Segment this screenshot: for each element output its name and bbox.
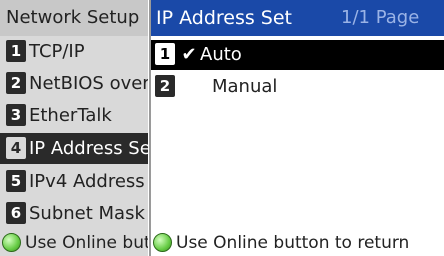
menu-item-label: Subnet Mask (29, 203, 145, 224)
dialog-header: IP Address Set 1/1 Page (151, 0, 444, 36)
background-menu-title: Network Setup (0, 0, 148, 36)
background-menu: Network Setup 1TCP/IP 2NetBIOS over TCP … (0, 0, 148, 256)
online-hint-text: Use Online button to return (176, 233, 410, 253)
menu-item-label: IP Address Set (29, 138, 148, 159)
option-number: 2 (155, 75, 175, 97)
green-circle-icon (153, 232, 172, 252)
ip-address-set-dialog: IP Address Set 1/1 Page 1 ✔ Auto 2 Manual U… (149, 0, 444, 256)
background-online-hint: Use Online button to return (0, 230, 148, 256)
menu-item-ipv4-address[interactable]: 5 IPv4 Address (0, 166, 148, 197)
item-number: 4 (6, 137, 26, 159)
item-number: 5 (6, 170, 26, 192)
menu-item-label: IPv4 Address (29, 171, 145, 192)
option-label: Auto (200, 44, 242, 65)
checkmark-icon: ✔ (181, 44, 197, 65)
menu-item-label: EtherTalk (29, 105, 112, 126)
menu-item-label: TCP/IP (29, 41, 85, 62)
menu-item-subnet-mask[interactable]: 6 Subnet Mask (0, 198, 148, 229)
option-label: Manual (212, 76, 278, 97)
item-number: 1 (6, 40, 26, 62)
option-auto[interactable]: 1 ✔ Auto (151, 40, 444, 70)
menu-item-ip-address-set[interactable]: 4 IP Address Set (0, 133, 148, 164)
item-number: 6 (6, 202, 26, 224)
option-manual[interactable]: 2 Manual (151, 72, 444, 102)
menu-item-tcpip[interactable]: 1 TCP/IP (0, 36, 148, 67)
menu-item-ethertalk[interactable]: 3 EtherTalk (0, 100, 148, 131)
menu-item-netbios[interactable]: 2NetBIOS over TCP (0, 68, 148, 99)
item-number: 3 (6, 104, 26, 126)
dialog-title: IP Address Set (156, 7, 293, 29)
green-circle-icon (2, 232, 21, 252)
option-number: 1 (155, 43, 175, 65)
online-hint-text: Use Online button to return (25, 233, 148, 253)
menu-item-label: NetBIOS over TCP (29, 73, 148, 94)
page-indicator: 1/1 Page (341, 7, 420, 28)
item-number: 2 (6, 72, 26, 94)
online-hint: Use Online button to return (151, 230, 444, 256)
